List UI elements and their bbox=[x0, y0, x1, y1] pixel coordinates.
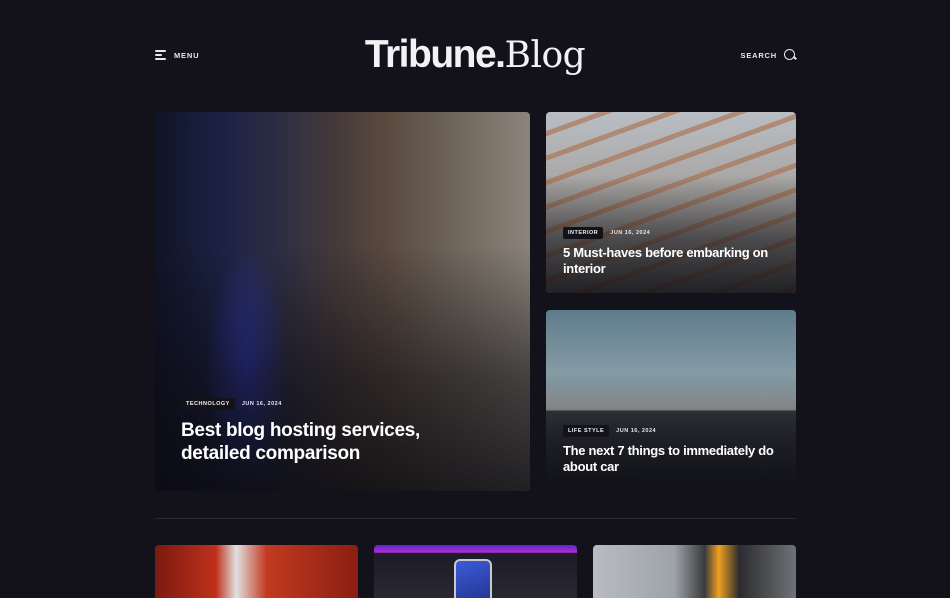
post-meta: INTERIOR JUN 16, 2024 bbox=[563, 227, 782, 239]
blog-home: MENU Tribune.Blog SEARCH TECHNOLOGY JUN … bbox=[0, 0, 950, 598]
side-post-card[interactable]: INTERIOR JUN 16, 2024 5 Must-haves befor… bbox=[546, 112, 796, 293]
site-logo[interactable]: Tribune.Blog bbox=[0, 30, 950, 81]
post-thumbnail[interactable] bbox=[374, 545, 577, 598]
category-tag[interactable]: LIFE STYLE bbox=[563, 425, 610, 437]
post-title[interactable]: Best blog hosting services, detailed com… bbox=[181, 419, 490, 465]
post-date: JUN 16, 2024 bbox=[241, 401, 282, 407]
post-thumbnail[interactable] bbox=[155, 545, 358, 598]
category-tag[interactable]: INTERIOR bbox=[563, 227, 604, 239]
post-title[interactable]: 5 Must-haves before embarking on interio… bbox=[563, 245, 782, 277]
post-meta: TECHNOLOGY JUN 16, 2024 bbox=[181, 398, 490, 410]
post-meta: LIFE STYLE JUN 16, 2024 bbox=[563, 425, 782, 437]
search-icon bbox=[784, 49, 796, 61]
side-post-body: LIFE STYLE JUN 16, 2024 The next 7 thing… bbox=[563, 425, 782, 475]
post-thumbnail[interactable] bbox=[593, 545, 796, 598]
post-date: JUN 16, 2024 bbox=[610, 230, 651, 236]
featured-post-card[interactable]: TECHNOLOGY JUN 16, 2024 Best blog hostin… bbox=[155, 112, 530, 491]
side-post-card[interactable]: LIFE STYLE JUN 16, 2024 The next 7 thing… bbox=[546, 310, 796, 491]
section-divider bbox=[155, 518, 796, 519]
category-tag[interactable]: TECHNOLOGY bbox=[181, 398, 235, 410]
logo-part-1: Tribune. bbox=[364, 33, 506, 76]
search-label: SEARCH bbox=[740, 50, 777, 60]
featured-post-body: TECHNOLOGY JUN 16, 2024 Best blog hostin… bbox=[181, 398, 490, 465]
post-date: JUN 16, 2024 bbox=[616, 428, 657, 434]
search-button[interactable]: SEARCH bbox=[741, 49, 796, 61]
post-title[interactable]: The next 7 things to immediately do abou… bbox=[563, 443, 782, 475]
logo-part-2: Blog bbox=[504, 35, 586, 76]
side-post-body: INTERIOR JUN 16, 2024 5 Must-haves befor… bbox=[563, 227, 782, 277]
phone-image bbox=[454, 559, 492, 598]
